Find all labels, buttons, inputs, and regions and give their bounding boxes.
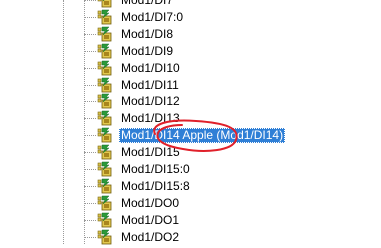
tree-item[interactable]: Mod1/DI15 — [0, 144, 381, 161]
tree-item-label[interactable]: Mod1/DI7:0 — [119, 10, 185, 25]
tree-item[interactable]: Mod1/DI9 — [0, 43, 381, 60]
io-node-icon — [97, 195, 113, 211]
tree-item-label[interactable]: Mod1/DI9 — [119, 44, 175, 59]
tree-branch-line — [84, 202, 96, 204]
tree-item-label[interactable]: Mod1/DO1 — [119, 213, 181, 228]
tree-item[interactable]: Mod1/DO2 — [0, 229, 381, 246]
tree-branch-line — [84, 0, 96, 1]
tree-item[interactable]: Mod1/DI15:8 — [0, 178, 381, 195]
tree-item-label[interactable]: Mod1/DO0 — [119, 196, 181, 211]
io-node-icon — [97, 93, 113, 109]
tree-item-label[interactable]: Mod1/DI7 — [119, 0, 175, 8]
tree-branch-line — [84, 67, 96, 69]
tree-branch-line — [84, 50, 96, 52]
tree-item[interactable]: Mod1/DI13 — [0, 110, 381, 127]
tree-item-label[interactable]: Mod1/DI10 — [119, 61, 182, 76]
tree-item-label[interactable]: Mod1/DI11 — [119, 78, 181, 93]
tree-item-label[interactable]: Mod1/DI13 — [119, 111, 182, 126]
io-node-icon — [97, 212, 113, 228]
io-node-icon — [97, 77, 113, 93]
tree-branch-line — [84, 219, 96, 221]
tree-item[interactable]: Mod1/DO0 — [0, 195, 381, 212]
tree-item-label[interactable]: Mod1/DI12 — [119, 94, 182, 109]
io-node-icon — [97, 60, 113, 76]
tree-branch-line — [84, 84, 96, 86]
tree-item-label[interactable]: Mod1/DI15:0 — [119, 162, 192, 177]
tree-item[interactable]: Mod1/DI7:0 — [0, 9, 381, 26]
tree-item[interactable]: Mod1/DI11 — [0, 77, 381, 94]
tree-branch-line — [84, 101, 96, 103]
tree-branch-line — [84, 16, 96, 18]
tree-item-label[interactable]: Mod1/DI14 Apple (Mod1/DI14) — [119, 128, 286, 144]
io-node-icon — [97, 43, 113, 59]
io-node-icon — [97, 127, 113, 143]
io-node-icon — [97, 161, 113, 177]
tree-item[interactable]: Mod1/DI12 — [0, 93, 381, 110]
tree-branch-line — [84, 236, 96, 238]
tree-item[interactable]: Mod1/DI7 — [0, 0, 381, 9]
tree-branch-line — [84, 118, 96, 120]
tree-item[interactable]: Mod1/DI8 — [0, 26, 381, 43]
tree-item-label[interactable]: Mod1/DO2 — [119, 230, 181, 245]
io-node-icon — [97, 229, 113, 245]
io-node-icon — [97, 0, 113, 8]
io-node-icon — [97, 110, 113, 126]
io-node-icon — [97, 178, 113, 194]
tree-branch-line — [84, 152, 96, 154]
tree-item-label[interactable]: Mod1/DI8 — [119, 27, 175, 42]
tree-item[interactable]: Mod1/DI10 — [0, 60, 381, 77]
io-node-icon — [97, 9, 113, 25]
io-node-icon — [97, 144, 113, 160]
tree-item-label[interactable]: Mod1/DI15:8 — [119, 179, 192, 194]
tree-item[interactable]: Mod1/DI14 Apple (Mod1/DI14) — [0, 127, 381, 144]
tree-item[interactable]: Mod1/DO1 — [0, 212, 381, 229]
tree-item[interactable]: Mod1/DI15:0 — [0, 161, 381, 178]
tree-branch-line — [84, 135, 96, 137]
tree-branch-line — [84, 33, 96, 35]
io-tree-view[interactable]: Mod1/DI7 Mod1/DI7:0 Mod1/DI8 Mod1/DI9 Mod1/D… — [0, 0, 381, 244]
tree-branch-line — [84, 169, 96, 170]
tree-item-label[interactable]: Mod1/DI15 — [119, 145, 182, 160]
io-node-icon — [97, 26, 113, 42]
tree-branch-line — [84, 185, 96, 187]
